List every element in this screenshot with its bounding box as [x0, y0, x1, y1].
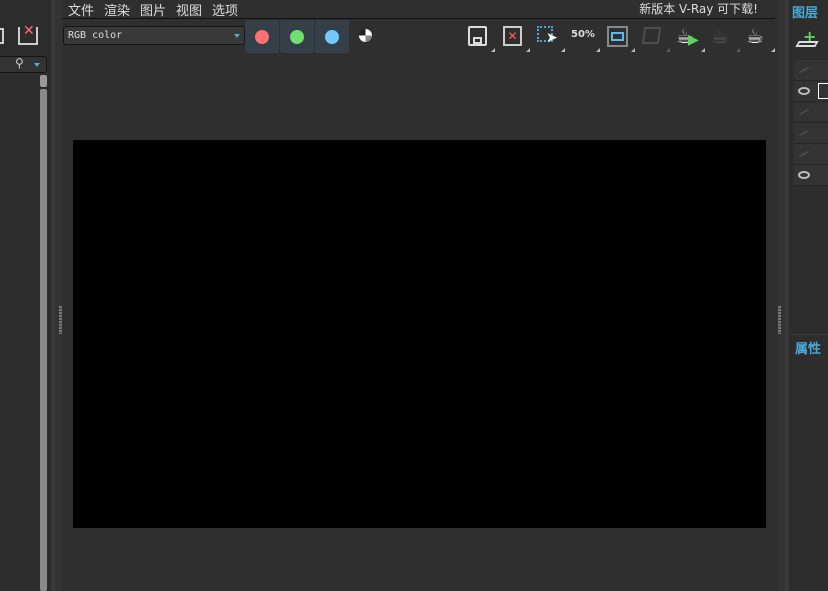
frame-button[interactable] [605, 24, 635, 52]
layer-row[interactable] [794, 165, 828, 186]
render-button[interactable]: ☕ [745, 24, 775, 52]
layer-row[interactable] [794, 60, 828, 81]
red-dot-icon [255, 30, 269, 44]
frame-buffer: 文件 渲染 图片 视图 选项 新版本 V-Ray 可下载! RGB color … [62, 0, 778, 591]
zoom-50-icon: 50% [571, 29, 595, 40]
layer-row[interactable] [794, 81, 828, 102]
chevron-down-icon[interactable] [34, 63, 40, 67]
search-icon: ⚲ [15, 56, 24, 70]
blue-dot-icon [325, 30, 339, 44]
search-input[interactable]: ⚲ [0, 56, 47, 73]
channel-select[interactable]: RGB color [63, 26, 245, 45]
menu-view[interactable]: 视图 [176, 0, 202, 19]
scroll-up-button[interactable] [40, 75, 47, 87]
delete-icon[interactable]: ✕ [18, 23, 38, 45]
menu-render[interactable]: 渲染 [104, 0, 130, 19]
add-layer-button[interactable]: + [795, 27, 819, 51]
green-dot-icon [290, 30, 304, 44]
left-splitter[interactable] [50, 0, 62, 591]
teapot-stop-icon: ☕ [711, 24, 729, 48]
teapot-icon: ☕ [746, 24, 764, 48]
eye-hidden-icon[interactable] [798, 66, 810, 74]
clear-image-button[interactable]: ✕ [500, 24, 530, 52]
menu-file[interactable]: 文件 [68, 0, 94, 19]
update-notice[interactable]: 新版本 V-Ray 可下载! [639, 0, 758, 17]
eye-hidden-icon[interactable] [798, 108, 810, 116]
track-mouse-icon [641, 27, 662, 44]
clear-image-icon: ✕ [503, 26, 522, 46]
chevron-down-icon [234, 34, 240, 38]
render-canvas[interactable] [73, 140, 766, 528]
layers-panel: 图层 + 属性 [790, 0, 828, 591]
layer-row[interactable] [794, 123, 828, 144]
render-interactive-button[interactable]: ☕ ▶ [675, 24, 705, 52]
menu-image[interactable]: 图片 [140, 0, 166, 19]
layer-row[interactable] [794, 102, 828, 123]
track-mouse-button[interactable] [640, 24, 670, 52]
save-icon [468, 26, 487, 46]
green-channel-button[interactable] [280, 20, 314, 53]
right-splitter[interactable] [778, 0, 790, 591]
eye-icon[interactable] [798, 171, 810, 179]
scroll-thumb[interactable] [40, 89, 47, 591]
menu-options[interactable]: 选项 [212, 0, 238, 19]
zoom-50-button[interactable]: 50% [570, 24, 600, 52]
region-render-button[interactable]: ➤ [535, 24, 565, 52]
tab-layers[interactable]: 图层 [792, 2, 818, 21]
frame-icon [607, 26, 628, 47]
red-channel-button[interactable] [245, 20, 279, 53]
blue-channel-button[interactable] [315, 20, 349, 53]
layer-row[interactable] [794, 144, 828, 165]
eye-hidden-icon[interactable] [798, 129, 810, 137]
scrollbar[interactable] [40, 75, 47, 591]
save-button[interactable] [465, 24, 495, 52]
eye-hidden-icon[interactable] [798, 150, 810, 158]
panel-icon[interactable] [0, 28, 4, 44]
history-panel: ✕ ⚲ [0, 0, 50, 591]
tab-properties[interactable]: 属性 [795, 338, 821, 357]
channel-select-value: RGB color [68, 30, 123, 41]
alpha-channel-button[interactable] [359, 29, 372, 42]
eye-icon[interactable] [798, 87, 810, 95]
stop-render-button[interactable]: ☕ [710, 24, 740, 52]
